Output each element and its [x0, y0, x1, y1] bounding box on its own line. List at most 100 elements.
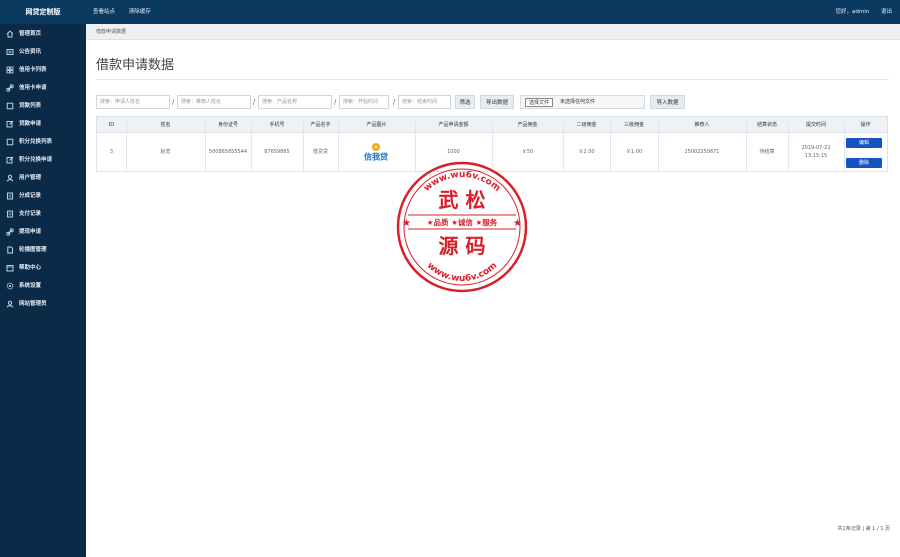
sidebar-item-label: 管理首页 — [19, 31, 42, 37]
column-divider — [126, 117, 127, 171]
cell-id-number: 500865855544 — [208, 149, 248, 155]
cell-product-name: 借贷贷 — [312, 149, 328, 155]
sidebar-item-label: 用户管理 — [19, 175, 42, 181]
sidebar-item-label: 贷款列表 — [19, 103, 42, 109]
filter-button[interactable]: 筛选 — [455, 95, 475, 109]
column-header: 结算状态 — [756, 122, 777, 128]
clear-cache-link[interactable]: 清除缓存 — [129, 9, 151, 15]
sidebar-item[interactable]: 提现申请 — [0, 223, 86, 241]
start-time-input[interactable]: 搜索：开始时间 — [339, 95, 389, 109]
column-header: 产品图片 — [366, 122, 387, 128]
logout-link[interactable]: 退出 — [881, 9, 892, 15]
star-icon: ★ — [513, 218, 522, 229]
column-divider — [788, 117, 789, 171]
grid-icon — [6, 66, 14, 74]
sidebar-item[interactable]: 用户管理 — [0, 169, 86, 187]
user-icon — [6, 174, 14, 182]
cell-referrer: 15002350671 — [684, 149, 720, 155]
delete-button[interactable]: 删除 — [846, 158, 882, 168]
watermark-url-bottom: www.wu6v.com — [425, 261, 499, 284]
top-bar: 网贷定制版 查看站点 清除缓存 您好，admin 退出 — [0, 0, 900, 24]
separator: / — [393, 98, 396, 106]
sidebar-item[interactable]: 分成记录 — [0, 187, 86, 205]
applicant-search-input[interactable]: 搜索：申请人姓名 — [96, 95, 170, 109]
watermark-stamp: www.wu6v.com 武 松 ★品质 ★诚信 ★服务 ★ ★ 源 码 www… — [396, 161, 528, 293]
sidebar-item-label: 积分兑换列表 — [19, 139, 53, 145]
sidebar-item[interactable]: 公告资讯 — [0, 43, 86, 61]
column-divider — [251, 117, 252, 171]
column-header: ID — [108, 122, 115, 128]
sidebar-item-label: 公告资讯 — [19, 49, 42, 55]
product-search-input[interactable]: 搜索：产品名称 — [258, 95, 332, 109]
edit-icon — [6, 120, 14, 128]
edit-button[interactable]: 编辑 — [846, 138, 882, 148]
end-time-input[interactable]: 搜索：结束时间 — [398, 95, 451, 109]
sidebar-item-label: 系统设置 — [19, 283, 42, 289]
sidebar-item-label: 提现申请 — [19, 229, 42, 235]
column-divider — [205, 117, 206, 171]
sidebar-item[interactable]: 系统设置 — [0, 277, 86, 295]
column-divider — [844, 117, 845, 171]
sidebar-item[interactable]: 网站管理员 — [0, 295, 86, 313]
user-icon — [6, 300, 14, 308]
separator: / — [334, 98, 337, 106]
watermark-slogan: ★品质 ★诚信 ★服务 — [427, 217, 498, 227]
sidebar-item-label: 帮助中心 — [19, 265, 42, 271]
cell-submit-time: 2019-07-22 13:15:15 — [788, 133, 844, 171]
sidebar-item[interactable]: 贷款申请 — [0, 115, 86, 133]
file-icon — [7, 246, 14, 254]
separator: / — [172, 98, 175, 106]
sidebar-item-label: 贷款申请 — [19, 121, 42, 127]
sidebar-item-label: 网站管理员 — [19, 301, 47, 307]
no-file-text: 未选择任何文件 — [560, 99, 596, 105]
cell-phone: 87659865 — [264, 149, 290, 155]
import-button[interactable]: 导入数据 — [650, 95, 685, 109]
top-nav: 查看站点 清除缓存 — [93, 0, 163, 24]
column-divider — [338, 117, 339, 171]
column-divider — [563, 117, 564, 171]
square-icon — [6, 102, 14, 110]
star-icon: ★ — [402, 218, 411, 229]
sidebar-item[interactable]: 信用卡申请 — [0, 79, 86, 97]
export-button[interactable]: 导出数据 — [480, 95, 514, 109]
sidebar-item[interactable]: 管理首页 — [0, 25, 86, 43]
link-icon — [6, 84, 14, 92]
home-icon — [6, 30, 14, 38]
sidebar-item[interactable]: 积分兑换列表 — [0, 133, 86, 151]
breadcrumb-bar: 借款申请数据 — [86, 24, 900, 40]
watermark-line2: 源 码 — [439, 234, 486, 258]
link-icon — [6, 228, 14, 236]
file-picker: 选择文件 未选择任何文件 — [520, 95, 645, 109]
product-logo-text: 信我贷 — [364, 152, 388, 162]
column-header: 二级佣金 — [576, 122, 597, 128]
gear-icon — [6, 282, 14, 290]
square-icon — [6, 138, 14, 146]
cell-status: 待结算 — [759, 149, 775, 155]
referrer-search-input[interactable]: 搜索：推荐人姓名 — [177, 95, 251, 109]
column-header: 姓名 — [160, 122, 171, 128]
sidebar-item-label: 轮播图管理 — [19, 247, 47, 253]
view-site-link[interactable]: 查看站点 — [93, 9, 115, 15]
sidebar-item[interactable]: 信用卡列表 — [0, 61, 86, 79]
cell-id: 3 — [109, 149, 114, 155]
column-header: 身份证号 — [217, 122, 238, 128]
brand-title: 网贷定制版 — [25, 8, 61, 16]
sidebar-item[interactable]: 贷款列表 — [0, 97, 86, 115]
cell-commission-level2: ￥2.00 — [578, 149, 595, 155]
column-header: 操作 — [860, 122, 871, 128]
title-divider — [96, 79, 889, 80]
sidebar: 管理首页公告资讯信用卡列表 信用卡申请贷款列表贷款申请积分兑换列表积分兑换申请用户… — [0, 24, 86, 557]
submit-date: 2019-07-22 — [801, 145, 831, 151]
column-header: 产品佣金 — [517, 122, 538, 128]
sidebar-item[interactable]: 积分兑换申请 — [0, 151, 86, 169]
sidebar-item-label: 支付记录 — [19, 211, 42, 217]
sidebar-item[interactable]: 轮播图管理 — [0, 241, 86, 259]
column-divider — [610, 117, 611, 171]
page-title: 借款申请数据 — [96, 58, 175, 73]
sidebar-item[interactable]: 支付记录 — [0, 205, 86, 223]
choose-file-button[interactable]: 选择文件 — [525, 98, 554, 107]
column-header: 推荐人 — [694, 122, 710, 128]
sidebar-item-label: 分成记录 — [19, 193, 42, 199]
sidebar-item[interactable]: 帮助中心 — [0, 259, 86, 277]
column-header: 手机号 — [269, 122, 285, 128]
